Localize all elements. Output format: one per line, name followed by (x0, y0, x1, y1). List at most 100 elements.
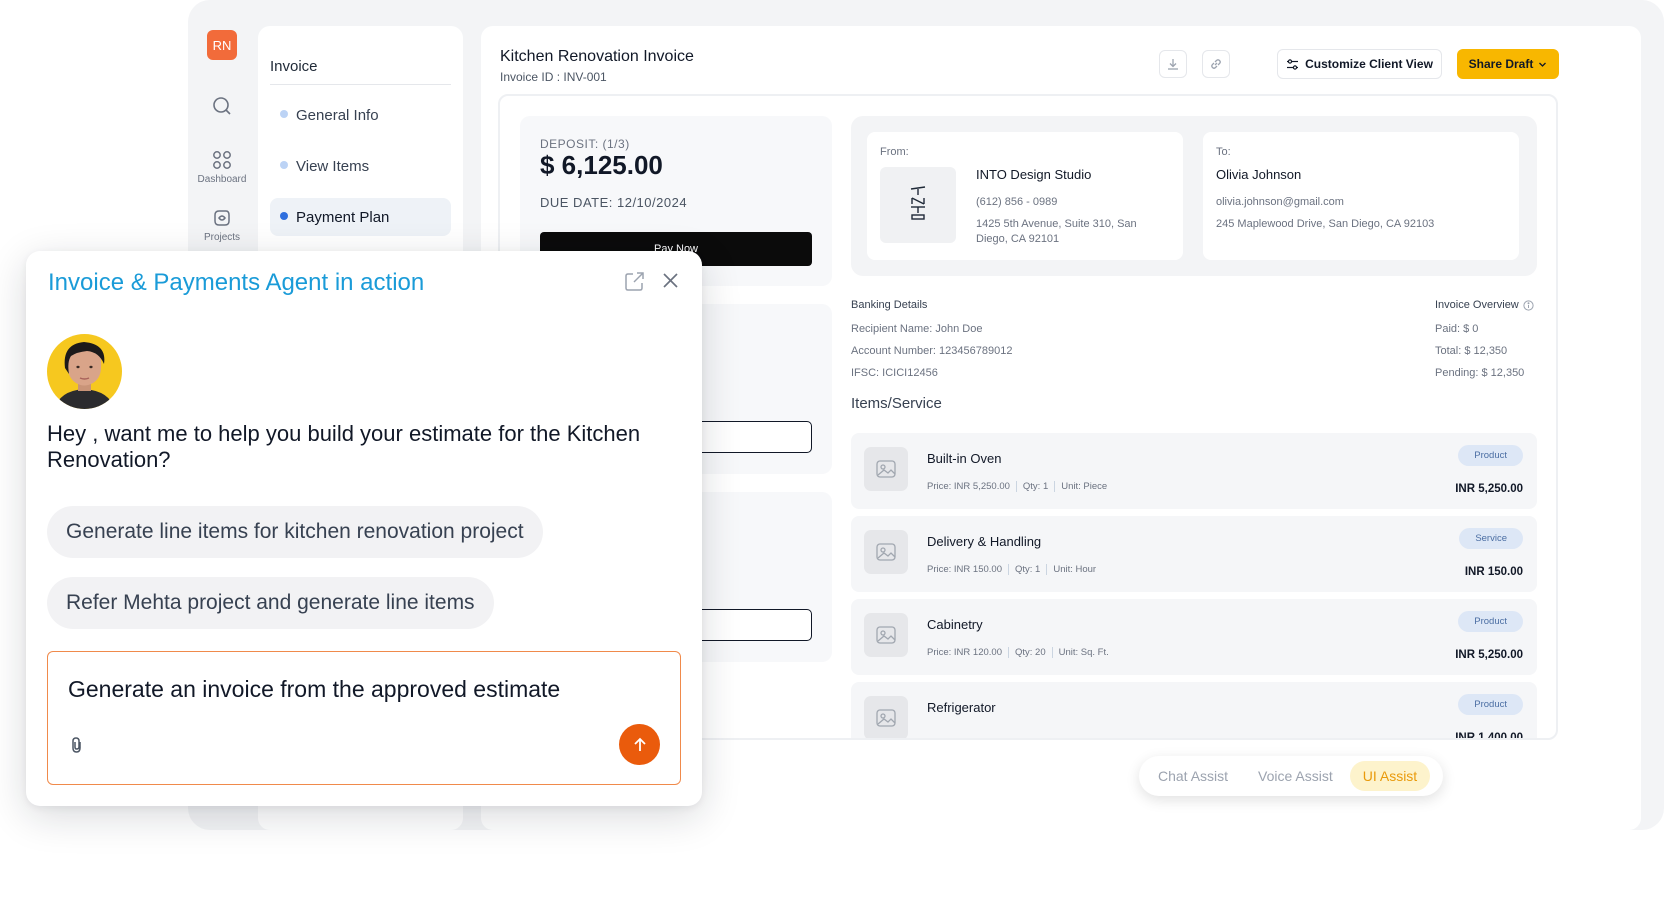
image-placeholder-icon (876, 460, 896, 478)
user-avatar[interactable]: RN (207, 30, 237, 60)
to-address: 245 Maplewood Drive, San Diego, CA 92103 (1216, 218, 1435, 230)
item-qty: Qty: 20 (1014, 647, 1046, 658)
agent-greeting: Hey , want me to help you build your est… (47, 421, 641, 472)
item-type-badge: Service (1459, 528, 1523, 549)
parties-section: From: INTO Design Studio (612) 856 - 098… (851, 116, 1537, 276)
subnav-divider (270, 84, 451, 85)
dashboard-label: Dashboard (197, 174, 247, 185)
banking-recipient: Recipient Name: John Doe (851, 323, 983, 335)
customize-label: Customize Client View (1305, 57, 1433, 71)
open-external-button[interactable] (624, 271, 645, 297)
item-thumbnail (864, 696, 908, 738)
subnav-title: Invoice (270, 58, 318, 75)
image-placeholder-icon (876, 709, 896, 727)
copy-link-button[interactable] (1202, 50, 1230, 78)
subnav-item-payment-plan[interactable]: Payment Plan (270, 198, 451, 236)
item-price: Price: INR 150.00 (927, 564, 1002, 575)
items-heading: Items/Service (851, 395, 942, 412)
item-total: INR 150.00 (1464, 566, 1523, 578)
subnav-item-label: General Info (296, 106, 379, 124)
subnav-item-general-info[interactable]: General Info (270, 96, 451, 134)
grid-icon (213, 151, 231, 169)
to-card: To: Olivia Johnson olivia.johnson@gmail.… (1203, 132, 1519, 260)
banking-title: Banking Details (851, 299, 928, 311)
image-placeholder-icon (876, 626, 896, 644)
deposit-amount: $ 6,125.00 (540, 150, 663, 180)
item-thumbnail (864, 530, 908, 574)
info-icon[interactable] (1523, 299, 1534, 311)
item-thumbnail (864, 447, 908, 491)
subnav-item-label: View Items (296, 157, 370, 175)
overview-title: Invoice Overview (1435, 299, 1534, 311)
search-button[interactable] (188, 96, 256, 120)
to-caption: To: (1216, 146, 1231, 158)
banking-ifsc: IFSC: ICICI12456 (851, 367, 938, 379)
bullet-icon (280, 161, 288, 169)
line-item[interactable]: Refrigerator Product INR 1,400.00 (851, 682, 1537, 740)
ui-assist-tab[interactable]: UI Assist (1349, 761, 1431, 791)
item-price: Price: INR 5,250.00 (927, 481, 1010, 492)
overview-title-text: Invoice Overview (1435, 299, 1519, 311)
item-qty: Qty: 1 (1014, 564, 1041, 575)
dashboard-nav[interactable]: Dashboard (188, 150, 256, 185)
chat-assist-tab[interactable]: Chat Assist (1145, 761, 1241, 791)
suggestion-chip[interactable]: Refer Mehta project and generate line it… (47, 577, 494, 629)
studio-logo (880, 167, 956, 243)
to-name: Olivia Johnson (1216, 167, 1302, 182)
voice-assist-tab[interactable]: Voice Assist (1245, 761, 1346, 791)
item-total: INR 5,250.00 (1455, 483, 1523, 495)
share-draft-button[interactable]: Share Draft (1457, 49, 1559, 79)
paperclip-icon (72, 737, 81, 753)
item-qty: Qty: 1 (1022, 481, 1049, 492)
item-name: Cabinetry (927, 617, 983, 632)
line-item[interactable]: Built-in Oven Price: INR 5,250.00 Qty: 1… (851, 433, 1537, 509)
item-type-badge: Product (1458, 611, 1523, 632)
from-phone: (612) 856 - 0989 (976, 196, 1058, 208)
download-button[interactable] (1159, 50, 1187, 78)
overview-paid: Paid: $ 0 (1435, 323, 1479, 335)
banking-account: Account Number: 123456789012 (851, 345, 1013, 357)
line-item[interactable]: Cabinetry Price: INR 120.00 Qty: 20 Unit… (851, 599, 1537, 675)
overview-total: Total: $ 12,350 (1435, 345, 1508, 357)
studio-logo-icon (910, 186, 926, 220)
projects-nav[interactable]: Projects (188, 208, 256, 243)
download-icon (1168, 59, 1178, 70)
chevron-down-icon (1539, 62, 1547, 67)
from-card: From: INTO Design Studio (612) 856 - 098… (867, 132, 1183, 260)
customize-client-view-button[interactable]: Customize Client View (1277, 49, 1442, 79)
prompt-input-text[interactable]: Generate an invoice from the approved es… (68, 676, 560, 703)
close-icon (663, 273, 678, 288)
line-item[interactable]: Delivery & Handling Price: INR 150.00 Qt… (851, 516, 1537, 592)
search-icon (213, 97, 231, 115)
item-name: Refrigerator (927, 700, 996, 715)
prompt-composer[interactable]: Generate an invoice from the approved es… (47, 651, 681, 785)
share-label: Share Draft (1468, 57, 1534, 71)
link-icon (1211, 59, 1221, 69)
from-name: INTO Design Studio (976, 167, 1092, 182)
from-caption: From: (880, 146, 909, 158)
attach-button[interactable] (68, 736, 86, 759)
item-meta: Price: INR 150.00 Qty: 1 Unit: Hour (927, 564, 1096, 575)
send-button[interactable] (619, 724, 660, 765)
arrow-up-icon (633, 737, 646, 751)
item-thumbnail (864, 613, 908, 657)
invoice-id: Invoice ID : INV-001 (500, 70, 607, 84)
item-total: INR 5,250.00 (1455, 649, 1523, 661)
to-email: olivia.johnson@gmail.com (1216, 196, 1344, 208)
from-address: 1425 5th Avenue, Suite 310, San Diego, C… (976, 218, 1137, 245)
agent-title: Invoice & Payments Agent in action (48, 269, 425, 296)
subnav-item-label: Payment Plan (296, 208, 390, 226)
agent-portrait-icon (55, 342, 114, 409)
deposit-label: DEPOSIT: (1/3) (540, 137, 630, 151)
subnav-item-view-items[interactable]: View Items (270, 147, 451, 185)
agent-avatar (47, 334, 122, 409)
stage: RN Dashboard Projects Invoice General In… (0, 0, 1664, 912)
suggestion-chip[interactable]: Generate line items for kitchen renovati… (47, 506, 543, 558)
projects-icon (214, 210, 230, 226)
item-unit: Unit: Hour (1053, 564, 1097, 575)
close-button[interactable] (662, 272, 679, 294)
item-name: Built-in Oven (927, 451, 1002, 466)
item-total: INR 1,400.00 (1455, 732, 1523, 740)
item-type-badge: Product (1458, 694, 1523, 715)
page-title: Kitchen Renovation Invoice (500, 48, 694, 65)
